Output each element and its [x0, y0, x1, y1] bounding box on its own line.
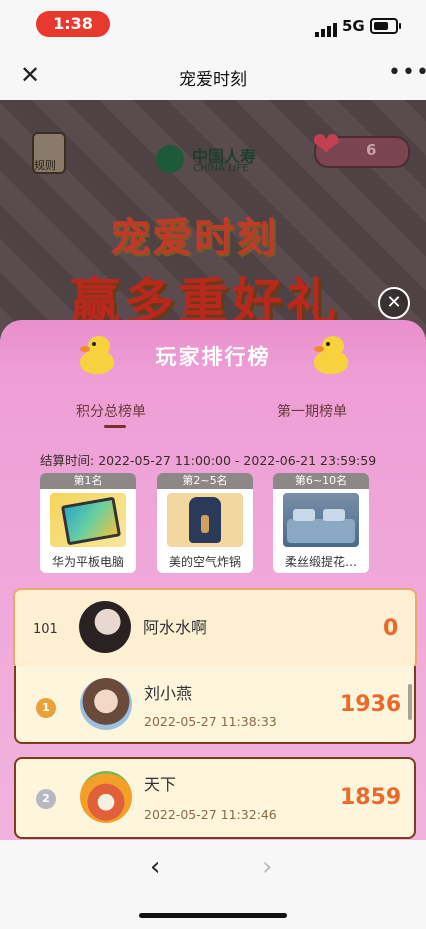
status-bar: 1:38 5G: [0, 0, 426, 50]
prize-card[interactable]: 第6~10名 柔丝缎提花…: [273, 473, 369, 573]
my-rank: 101: [33, 622, 58, 637]
silver-medal-icon: 2: [36, 789, 56, 809]
battery-icon: [370, 18, 401, 34]
close-sheet-icon[interactable]: ✕: [378, 287, 410, 319]
home-indicator: [139, 913, 287, 918]
hearts-count: 6: [366, 141, 377, 159]
player-name: 刘小燕: [144, 684, 193, 703]
forward-arrow-icon[interactable]: ›: [262, 852, 272, 882]
banner-headline: 宠爱时刻: [110, 215, 278, 261]
active-tab-indicator: [104, 425, 126, 428]
page-title: 宠爱时刻: [179, 70, 247, 90]
prize-card[interactable]: 第1名 华为平板电脑: [40, 473, 136, 573]
prize-rank: 第6~10名: [273, 473, 369, 489]
table-row: 2 天下 2022-05-27 11:32:46 1859: [14, 757, 416, 839]
tab-total-ranking[interactable]: 积分总榜单: [76, 401, 146, 421]
player-time: 2022-05-27 11:32:46: [144, 807, 277, 822]
bedding-image: [283, 493, 359, 547]
rules-label: 规则: [34, 159, 56, 172]
my-score: 0: [383, 616, 399, 641]
prize-rank: 第2~5名: [157, 473, 253, 489]
leaderboard-title: 玩家排行榜: [155, 345, 271, 369]
settlement-range: 2022-05-27 11:00:00 - 2022-06-21 23:59:5…: [98, 453, 377, 468]
air-fryer-image: [167, 493, 243, 547]
china-life-logo-icon: [156, 145, 184, 173]
gold-medal-icon: 1: [36, 698, 56, 718]
more-icon[interactable]: •••: [388, 60, 426, 85]
heart-icon: ❤: [312, 125, 341, 165]
player-score: 1859: [340, 785, 402, 810]
back-arrow-icon[interactable]: ‹: [150, 852, 160, 882]
avatar: [80, 771, 132, 823]
tab-period-one-ranking[interactable]: 第一期榜单: [277, 401, 347, 421]
my-name: 阿水水啊: [143, 618, 208, 637]
avatar: [79, 601, 131, 653]
duck-icon: [314, 336, 350, 374]
logo-text-en: CHINA LIFE: [193, 163, 249, 174]
scrollbar[interactable]: [408, 684, 412, 720]
status-time: 1:38: [36, 11, 110, 37]
network-label: 5G: [342, 17, 365, 35]
nav-bar: ✕ 宠爱时刻 •••: [0, 50, 426, 100]
prize-rank: 第1名: [40, 473, 136, 489]
player-time: 2022-05-27 11:38:33: [144, 714, 277, 729]
prize-name: 柔丝缎提花…: [284, 555, 357, 569]
table-row: 1 刘小燕 2022-05-27 11:38:33 1936: [14, 666, 416, 744]
prize-name: 华为平板电脑: [51, 555, 124, 569]
prize-card[interactable]: 第2~5名 美的空气炸锅: [157, 473, 253, 573]
player-name: 天下: [144, 775, 177, 794]
prize-name: 美的空气炸锅: [168, 555, 241, 569]
tablet-image: [50, 493, 126, 547]
my-ranking-row: 101 阿水水啊 0: [13, 588, 417, 670]
player-score: 1936: [340, 692, 402, 717]
signal-icon: [315, 18, 339, 37]
avatar: [80, 678, 132, 730]
settlement-label: 结算时间:: [40, 453, 95, 468]
settlement-time: 结算时间: 2022-05-27 11:00:00 - 2022-06-21 2…: [40, 450, 376, 469]
